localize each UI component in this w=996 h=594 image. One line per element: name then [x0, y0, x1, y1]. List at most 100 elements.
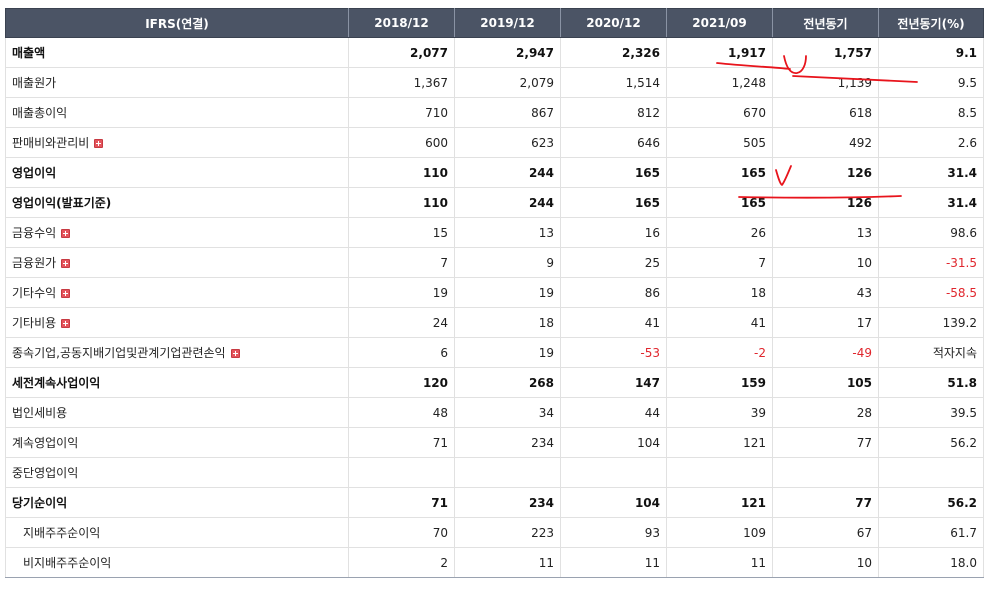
- row-label-cell: 세전계속사업이익: [5, 367, 349, 398]
- row-label-cell: 기타수익: [5, 277, 349, 308]
- table-row: 종속기업,공동지배기업및관계기업관련손익 6 19 -53 -2 -49 적자지속: [5, 337, 984, 368]
- row-label-cell: 영업이익: [5, 157, 349, 188]
- value-cell: 48: [348, 397, 455, 428]
- value-cell: 31.4: [878, 157, 984, 188]
- row-label: 비지배주주순이익: [23, 556, 112, 570]
- value-cell: 18: [666, 277, 773, 308]
- value-cell: 121: [666, 487, 773, 518]
- value-cell: 110: [348, 157, 455, 188]
- value-cell: 25: [560, 247, 667, 278]
- table-row: 중단영업이익: [5, 457, 984, 488]
- row-label-cell: 비지배주주순이익: [5, 547, 349, 578]
- value-cell: 1,248: [666, 67, 773, 98]
- table-row: 비지배주주순이익 2 11 11 11 10 18.0: [5, 547, 984, 578]
- header-2020-12: 2020/12: [560, 8, 667, 38]
- expand-plus-icon[interactable]: [61, 259, 71, 268]
- value-cell: 71: [348, 487, 455, 518]
- value-cell: 492: [772, 127, 879, 158]
- row-label-cell: 종속기업,공동지배기업및관계기업관련손익: [5, 337, 349, 368]
- value-cell: 18: [454, 307, 561, 338]
- expand-plus-icon[interactable]: [94, 139, 104, 148]
- value-cell: 24: [348, 307, 455, 338]
- value-cell: -31.5: [878, 247, 984, 278]
- value-cell: 43: [772, 277, 879, 308]
- row-label-cell: 기타비용: [5, 307, 349, 338]
- value-cell: 9: [454, 247, 561, 278]
- value-cell: 77: [772, 487, 879, 518]
- value-cell: 28: [772, 397, 879, 428]
- value-cell: 9.5: [878, 67, 984, 98]
- value-cell: 15: [348, 217, 455, 248]
- value-cell: 56.2: [878, 487, 984, 518]
- expand-plus-icon[interactable]: [61, 319, 71, 328]
- expand-plus-icon[interactable]: [230, 349, 240, 358]
- row-label-cell: 지배주주순이익: [5, 517, 349, 548]
- header-prev-period-pct: 전년동기(%): [878, 8, 984, 38]
- value-cell: 6: [348, 337, 455, 368]
- value-cell: 110: [348, 187, 455, 218]
- value-cell: 26: [666, 217, 773, 248]
- value-cell: 2: [348, 547, 455, 578]
- value-cell: 600: [348, 127, 455, 158]
- value-cell: 104: [560, 487, 667, 518]
- value-cell: 104: [560, 427, 667, 458]
- value-cell: 2,077: [348, 37, 455, 68]
- value-cell: 10: [772, 247, 879, 278]
- value-cell: 244: [454, 187, 561, 218]
- value-cell: -2: [666, 337, 773, 368]
- value-cell: 7: [666, 247, 773, 278]
- value-cell: 165: [666, 157, 773, 188]
- value-cell: 44: [560, 397, 667, 428]
- table-row: 당기순이익 71 234 104 121 77 56.2: [5, 487, 984, 518]
- value-cell: 126: [772, 157, 879, 188]
- value-cell: [772, 457, 879, 488]
- value-cell: 9.1: [878, 37, 984, 68]
- table-row: 판매비와관리비 600 623 646 505 492 2.6: [5, 127, 984, 158]
- value-cell: -58.5: [878, 277, 984, 308]
- row-label-cell: 계속영업이익: [5, 427, 349, 458]
- table-row: 영업이익 110 244 165 165 126 31.4: [5, 157, 984, 188]
- expand-plus-icon[interactable]: [61, 229, 71, 238]
- value-cell: 11: [560, 547, 667, 578]
- table-row: 매출액 2,077 2,947 2,326 1,917 1,757 9.1: [5, 37, 984, 68]
- row-label-cell: 당기순이익: [5, 487, 349, 518]
- value-cell: 1,917: [666, 37, 773, 68]
- row-label: 중단영업이익: [12, 466, 79, 480]
- value-cell: 159: [666, 367, 773, 398]
- value-cell: 34: [454, 397, 561, 428]
- row-label: 계속영업이익: [12, 436, 79, 450]
- row-label-cell: 중단영업이익: [5, 457, 349, 488]
- row-label-cell: 매출총이익: [5, 97, 349, 128]
- value-cell: 165: [560, 187, 667, 218]
- table-row: 기타비용 24 18 41 41 17 139.2: [5, 307, 984, 338]
- value-cell: 39: [666, 397, 773, 428]
- value-cell: 165: [666, 187, 773, 218]
- income-statement-table: IFRS(연결) 2018/12 2019/12 2020/12 2021/09…: [5, 8, 984, 578]
- value-cell: 77: [772, 427, 879, 458]
- row-label: 판매비와관리비: [12, 136, 90, 150]
- value-cell: 2,079: [454, 67, 561, 98]
- row-label-cell: 판매비와관리비: [5, 127, 349, 158]
- table-row: 계속영업이익 71 234 104 121 77 56.2: [5, 427, 984, 458]
- value-cell: 1,139: [772, 67, 879, 98]
- value-cell: [454, 457, 561, 488]
- value-cell: 93: [560, 517, 667, 548]
- value-cell: 16: [560, 217, 667, 248]
- header-2021-09: 2021/09: [666, 8, 773, 38]
- value-cell: 8.5: [878, 97, 984, 128]
- row-label: 매출총이익: [12, 106, 68, 120]
- value-cell: [348, 457, 455, 488]
- table-row: 법인세비용 48 34 44 39 28 39.5: [5, 397, 984, 428]
- value-cell: 139.2: [878, 307, 984, 338]
- table-row: 금융수익 15 13 16 26 13 98.6: [5, 217, 984, 248]
- row-label: 기타수익: [12, 286, 57, 300]
- value-cell: 234: [454, 487, 561, 518]
- value-cell: 19: [454, 337, 561, 368]
- expand-plus-icon[interactable]: [61, 289, 71, 298]
- value-cell: 39.5: [878, 397, 984, 428]
- value-cell: 31.4: [878, 187, 984, 218]
- value-cell: 56.2: [878, 427, 984, 458]
- row-label: 종속기업,공동지배기업및관계기업관련손익: [12, 346, 226, 360]
- value-cell: 268: [454, 367, 561, 398]
- value-cell: 1,367: [348, 67, 455, 98]
